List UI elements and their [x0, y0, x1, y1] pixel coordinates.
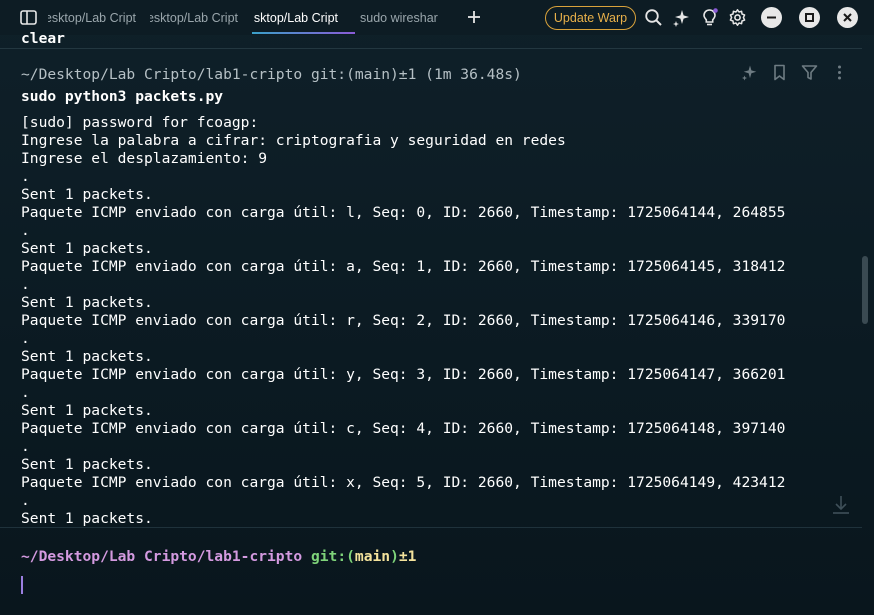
output-line: Sent 1 packets. — [21, 402, 153, 419]
previous-command: clear — [21, 30, 65, 47]
block-actions — [741, 64, 851, 82]
plus-icon — [468, 11, 480, 23]
command-output: [sudo] password for fcoagp: Ingrese la pa… — [21, 114, 785, 528]
filter-icon[interactable] — [801, 64, 818, 81]
block-command: sudo python3 packets.py — [21, 88, 224, 105]
output-line: Ingrese la palabra a cifrar: criptografi… — [21, 132, 566, 149]
maximize-button[interactable] — [799, 7, 820, 28]
output-line: Paquete ICMP enviado con carga útil: c, … — [21, 420, 786, 437]
prompt-line: ~/Desktop/Lab Cripto/lab1-cripto git:(ma… — [21, 548, 416, 566]
new-tab-button[interactable] — [465, 8, 483, 26]
output-line: . — [21, 438, 30, 455]
search-icon[interactable] — [644, 8, 663, 27]
ai-sparkle-icon[interactable] — [741, 64, 758, 81]
tab-2[interactable]: ~/Desktop/Lab Cript — [150, 0, 238, 35]
minimize-button[interactable] — [761, 7, 782, 28]
output-line: . — [21, 222, 30, 239]
output-line: Sent 1 packets. — [21, 510, 153, 527]
terminal-window: ~/Desktop/Lab Cript ~/Desktop/Lab Cript … — [0, 0, 874, 615]
output-line: [sudo] password for fcoagp: — [21, 114, 259, 131]
update-warp-button[interactable]: Update Warp — [545, 6, 636, 30]
close-button[interactable] — [837, 7, 858, 28]
output-line: . — [21, 168, 30, 185]
block-divider — [0, 48, 862, 49]
scrollbar-thumb[interactable] — [862, 256, 868, 324]
output-line: Sent 1 packets. — [21, 186, 153, 203]
output-line: Paquete ICMP enviado con carga útil: y, … — [21, 366, 786, 383]
tab-bar: ~/Desktop/Lab Cript ~/Desktop/Lab Cript … — [0, 0, 874, 35]
gear-icon[interactable] — [728, 8, 747, 27]
split-panes-icon[interactable] — [20, 10, 37, 25]
lightbulb-icon[interactable] — [700, 8, 719, 27]
output-line: . — [21, 330, 30, 347]
prompt-git-status: ±1 — [398, 548, 417, 565]
close-icon — [843, 13, 852, 22]
block-header: ~/Desktop/Lab Cripto/lab1-cripto git:(ma… — [21, 66, 522, 83]
tab-3-active[interactable]: ~/Desktop/Lab Cript — [254, 0, 338, 35]
output-line: . — [21, 276, 30, 293]
more-options-icon[interactable] — [831, 64, 848, 81]
tab-4[interactable]: sudo wireshar — [360, 0, 446, 35]
prompt-git-label: git:( — [310, 548, 355, 565]
output-line: Sent 1 packets. — [21, 456, 153, 473]
output-line: . — [21, 492, 30, 509]
output-line: Paquete ICMP enviado con carga útil: r, … — [21, 312, 786, 329]
input-divider — [0, 527, 862, 528]
jump-to-bottom-icon[interactable] — [830, 494, 852, 516]
output-line: . — [21, 384, 30, 401]
prompt-path: ~/Desktop/Lab Cripto/lab1-cripto — [21, 548, 303, 565]
output-line: Sent 1 packets. — [21, 294, 153, 311]
input-cursor[interactable] — [21, 576, 23, 594]
minimize-icon — [767, 16, 776, 19]
maximize-icon — [805, 13, 814, 22]
prompt-branch: main — [354, 548, 391, 565]
output-line: Paquete ICMP enviado con carga útil: x, … — [21, 474, 786, 491]
prompt-git-close: ) — [390, 548, 399, 565]
bookmark-icon[interactable] — [771, 64, 788, 81]
output-line: Ingrese el desplazamiento: 9 — [21, 150, 268, 167]
active-tab-indicator — [252, 32, 355, 34]
sparkle-icon[interactable] — [672, 8, 691, 27]
output-line: Paquete ICMP enviado con carga útil: l, … — [21, 204, 786, 221]
output-line: Sent 1 packets. — [21, 348, 153, 365]
output-line: Paquete ICMP enviado con carga útil: a, … — [21, 258, 786, 275]
output-line: Sent 1 packets. — [21, 240, 153, 257]
